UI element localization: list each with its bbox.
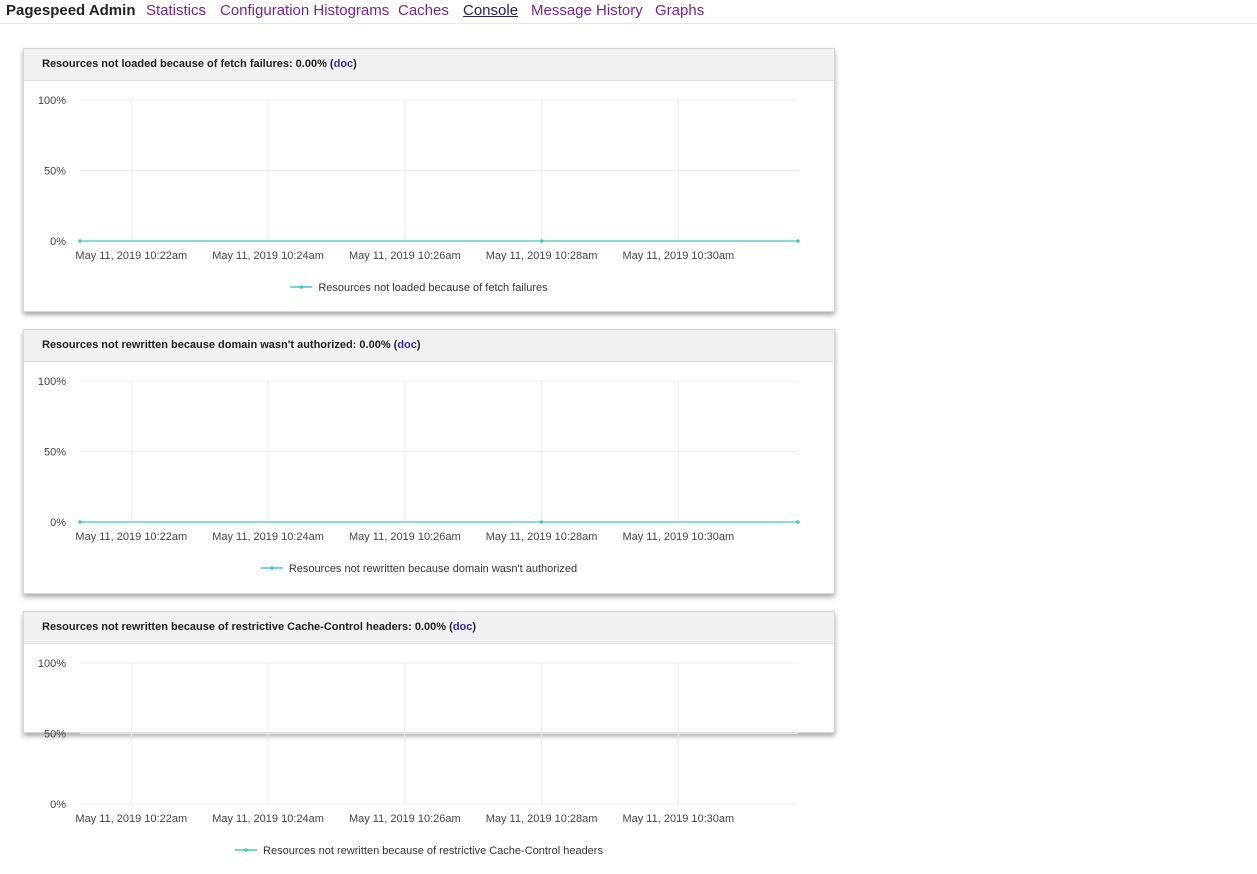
x-tick-label: May 11, 2019 10:30am: [622, 813, 734, 825]
chart-card-header: Resources not rewritten because of restr…: [24, 612, 834, 644]
top-navigation: Pagespeed Admin Statistics Configuration…: [0, 0, 1257, 24]
chart-title: Resources not loaded because of fetch fa…: [42, 58, 334, 70]
chart-svg: 100% 50% 0% May 11, 2019 10:22am May 11, 201…: [38, 376, 800, 575]
x-tick-label: May 11, 2019 10:26am: [349, 531, 461, 543]
chart-legend: Resources not rewritten because domain w…: [260, 563, 577, 575]
chart-legend: Resources not rewritten because of restr…: [235, 845, 603, 857]
chart-title-suffix: ): [353, 58, 357, 70]
y-tick-label: 0%: [50, 799, 66, 811]
doc-link[interactable]: doc: [334, 58, 354, 70]
chart-title-suffix: ): [472, 621, 477, 633]
nav-link-message-history[interactable]: Message History: [531, 2, 643, 19]
y-tick-label: 0%: [50, 517, 66, 529]
chart-card-fetch-failures: Resources not loaded because of fetch fa…: [23, 48, 835, 312]
chart-legend: Resources not loaded because of fetch fa…: [290, 282, 548, 294]
y-tick-label: 50%: [44, 729, 66, 741]
legend-label: Resources not rewritten because of restr…: [263, 845, 603, 857]
data-point: [78, 520, 82, 524]
nav-link-caches[interactable]: Caches: [398, 2, 449, 19]
doc-link[interactable]: doc: [453, 621, 473, 633]
line-chart-domain-not-authorized: 100% 50% 0% May 11, 2019 10:22am May 11, 201…: [24, 362, 834, 592]
nav-link-graphs[interactable]: Graphs: [655, 2, 704, 19]
y-tick-label: 50%: [44, 447, 66, 459]
nav-link-configuration-histograms[interactable]: Configuration Histograms: [220, 2, 389, 19]
chart-title: Resources not rewritten because of restr…: [42, 621, 453, 633]
nav-link-console[interactable]: Console: [463, 2, 518, 19]
y-tick-label: 0%: [50, 236, 66, 248]
x-tick-label: May 11, 2019 10:24am: [212, 813, 324, 825]
x-tick-label: May 11, 2019 10:30am: [622, 250, 734, 262]
x-tick-label: May 11, 2019 10:22am: [75, 250, 187, 262]
legend-swatch-point: [299, 285, 304, 289]
y-tick-label: 50%: [44, 166, 66, 178]
chart-title: Resources not rewritten because domain w…: [42, 339, 398, 351]
y-tick-label: 100%: [38, 95, 66, 107]
x-tick-label: May 11, 2019 10:22am: [75, 531, 187, 543]
x-tick-label: May 11, 2019 10:30am: [622, 531, 734, 543]
chart-svg: 100% 50% 0% May 11, 2019 10:22am May 11, 201…: [38, 95, 800, 294]
data-point: [539, 239, 544, 243]
x-tick-label: May 11, 2019 10:24am: [212, 531, 324, 543]
legend-label: Resources not loaded because of fetch fa…: [318, 282, 548, 294]
chart-svg: 100% 50% 0% May 11, 2019 10:22am May 11, 201…: [38, 658, 798, 857]
legend-swatch-point: [270, 566, 274, 570]
line-chart-fetch-failures: 100% 50% 0% May 11, 2019 10:22am May 11, 201…: [24, 81, 834, 311]
chart-card-header: Resources not rewritten because domain w…: [24, 330, 834, 362]
line-chart-cache-control: 100% 50% 0% May 11, 2019 10:22am May 11, 201…: [24, 644, 834, 874]
data-point: [796, 239, 800, 243]
x-tick-label: May 11, 2019 10:26am: [349, 250, 461, 262]
chart-card-domain-not-authorized: Resources not rewritten because domain w…: [23, 329, 835, 594]
legend-swatch-point: [244, 848, 248, 852]
x-tick-label: May 11, 2019 10:28am: [486, 250, 598, 262]
y-tick-label: 100%: [38, 376, 66, 388]
nav-link-statistics[interactable]: Statistics: [146, 2, 206, 19]
chart-title-suffix: ): [416, 339, 421, 351]
x-tick-label: May 11, 2019 10:24am: [212, 250, 324, 262]
chart-card-cache-control: Resources not rewritten because of restr…: [23, 611, 835, 857]
chart-card-header: Resources not loaded because of fetch fa…: [24, 49, 834, 81]
x-tick-label: May 11, 2019 10:28am: [486, 813, 598, 825]
x-tick-label: May 11, 2019 10:28am: [486, 531, 598, 543]
x-tick-label: May 11, 2019 10:22am: [75, 813, 187, 825]
data-point: [539, 520, 544, 524]
data-point: [78, 239, 82, 243]
data-point: [796, 520, 800, 524]
legend-label: Resources not rewritten because domain w…: [289, 563, 577, 575]
doc-link[interactable]: doc: [397, 339, 417, 351]
x-tick-label: May 11, 2019 10:26am: [349, 813, 461, 825]
y-tick-label: 100%: [38, 658, 66, 670]
brand-title: Pagespeed Admin: [6, 2, 136, 19]
